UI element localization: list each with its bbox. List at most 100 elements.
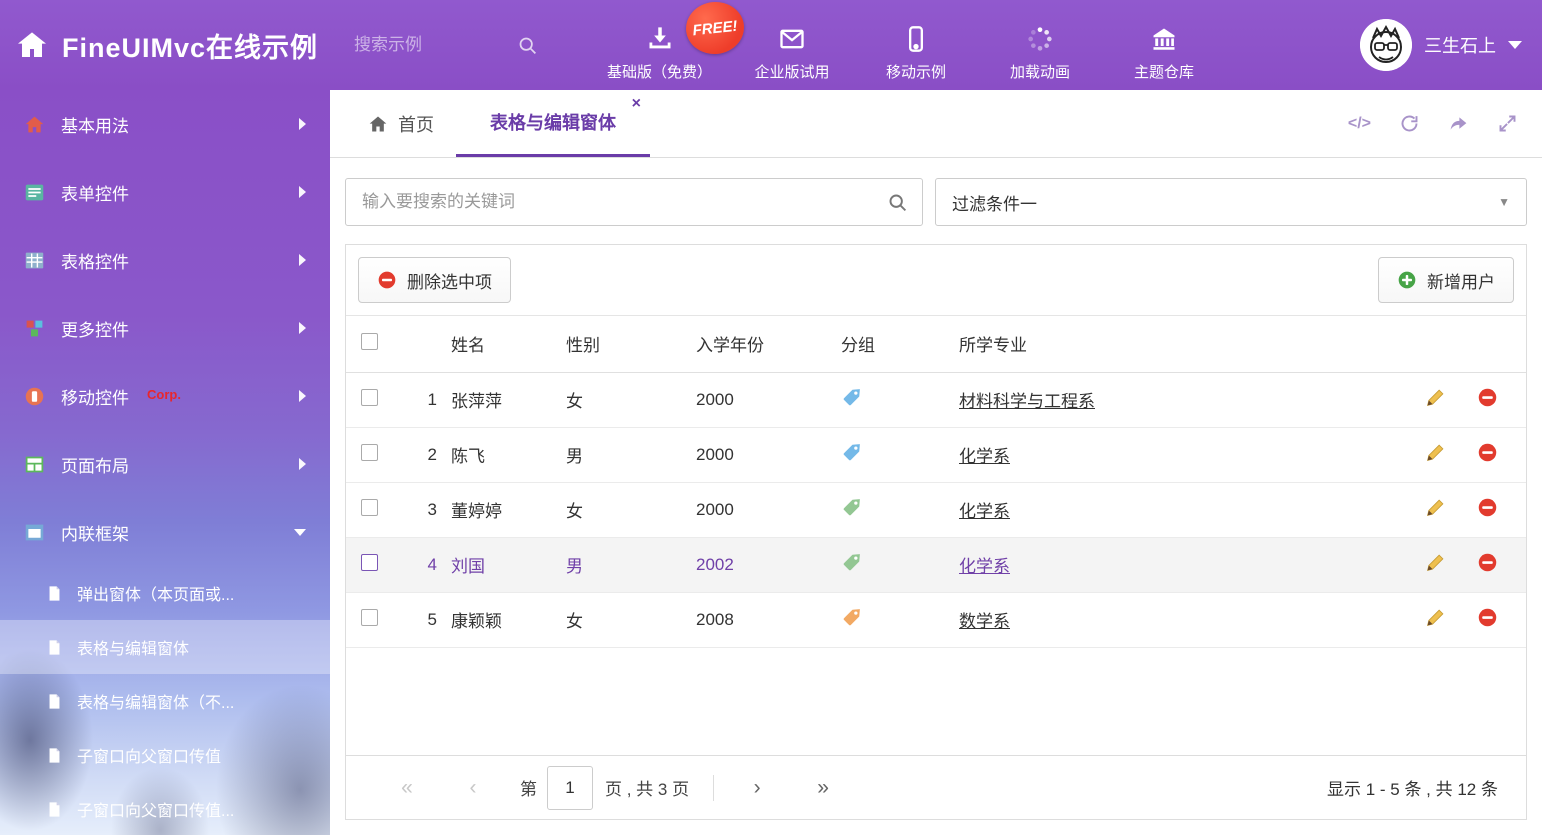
next-page-icon[interactable]: › <box>724 776 790 800</box>
sidebar-item-label: 更多控件 <box>61 316 129 341</box>
search-icon[interactable] <box>517 35 538 56</box>
fullscreen-icon[interactable] <box>1497 113 1518 134</box>
col-header-num <box>401 316 451 372</box>
row-checkbox[interactable] <box>361 389 378 406</box>
add-user-button[interactable]: 新增用户 <box>1378 257 1514 303</box>
table-row[interactable]: 4 刘国 男 2002 化学系 <box>346 537 1526 592</box>
share-icon[interactable] <box>1448 113 1469 134</box>
nav-mobile-demo[interactable]: 移动示例 <box>872 9 960 82</box>
file-icon <box>46 747 63 764</box>
delete-icon[interactable] <box>1477 442 1498 463</box>
major-link[interactable]: 化学系 <box>959 502 1010 521</box>
sidebar-subitem-label: 表格与编辑窗体（不... <box>77 689 234 713</box>
cell-gender: 女 <box>566 372 696 427</box>
sidebar-subitem-popup-window[interactable]: 弹出窗体（本页面或... <box>0 566 330 620</box>
file-icon <box>46 639 63 656</box>
chevron-right-icon <box>299 254 306 266</box>
nav-label: 移动示例 <box>886 61 946 82</box>
nav-loading-animation[interactable]: 加载动画 <box>996 9 1084 82</box>
row-number: 5 <box>401 592 451 647</box>
filter-dropdown[interactable]: 过滤条件一 ▼ <box>935 178 1527 226</box>
header-search <box>352 34 567 56</box>
divider <box>713 775 714 801</box>
refresh-icon[interactable] <box>1399 113 1420 134</box>
header-search-input[interactable] <box>352 34 517 56</box>
major-link[interactable]: 化学系 <box>959 447 1010 466</box>
chevron-right-icon <box>299 390 306 402</box>
table-row[interactable]: 3 董婷婷 女 2000 化学系 <box>346 482 1526 537</box>
edit-icon[interactable] <box>1425 607 1446 628</box>
sidebar-item-label: 内联框架 <box>61 520 129 545</box>
minus-circle-icon <box>377 270 397 290</box>
select-all-checkbox[interactable] <box>361 333 378 350</box>
delete-icon[interactable] <box>1477 497 1498 518</box>
major-link[interactable]: 数学系 <box>959 612 1010 631</box>
table-row[interactable]: 1 张萍萍 女 2000 材料科学与工程系 <box>346 372 1526 427</box>
user-menu[interactable]: 三生石上 <box>1360 19 1522 71</box>
table-row[interactable]: 2 陈飞 男 2000 化学系 <box>346 427 1526 482</box>
delete-icon[interactable] <box>1477 387 1498 408</box>
major-link[interactable]: 材料科学与工程系 <box>959 392 1095 411</box>
avatar <box>1360 19 1412 71</box>
page-label-prefix: 第 <box>520 775 537 800</box>
home-icon <box>24 114 45 135</box>
table-icon <box>24 250 45 271</box>
cell-year: 2002 <box>696 537 841 592</box>
tab-home[interactable]: 首页 <box>346 90 456 157</box>
keyword-search-input[interactable] <box>360 191 887 213</box>
sidebar-item-form-controls[interactable]: 表单控件 <box>0 158 330 226</box>
nav-theme-repo[interactable]: 主题仓库 <box>1120 9 1208 82</box>
sidebar-subitem-grid-edit-window-2[interactable]: 表格与编辑窗体（不... <box>0 674 330 728</box>
sidebar-item-more-controls[interactable]: 更多控件 <box>0 294 330 362</box>
grid-toolbar: 删除选中项 新增用户 <box>346 245 1526 316</box>
envelope-icon <box>778 23 806 53</box>
cell-year: 2008 <box>696 592 841 647</box>
tag-icon <box>841 496 863 518</box>
page-number-input[interactable] <box>547 766 593 810</box>
edit-icon[interactable] <box>1425 552 1446 573</box>
table-row[interactable]: 5 康颖颖 女 2008 数学系 <box>346 592 1526 647</box>
sidebar-item-mobile-controls[interactable]: 移动控件 Corp. <box>0 362 330 430</box>
tab-grid-edit-window[interactable]: 表格与编辑窗体 × <box>456 90 650 157</box>
major-link[interactable]: 化学系 <box>959 557 1010 576</box>
sidebar-item-basic-usage[interactable]: 基本用法 <box>0 90 330 158</box>
first-page-icon[interactable]: « <box>374 776 440 800</box>
cell-gender: 女 <box>566 592 696 647</box>
edit-icon[interactable] <box>1425 497 1446 518</box>
button-label: 新增用户 <box>1427 268 1495 293</box>
sidebar-subitem-label: 子窗口向父窗口传值 <box>77 743 221 767</box>
sidebar-subitem-label: 弹出窗体（本页面或... <box>77 581 234 605</box>
sidebar-subitem-child-to-parent[interactable]: 子窗口向父窗口传值 <box>0 728 330 782</box>
delete-selected-button[interactable]: 删除选中项 <box>358 257 511 303</box>
cell-gender: 男 <box>566 537 696 592</box>
sidebar-subitem-child-to-parent-2[interactable]: 子窗口向父窗口传值... <box>0 782 330 836</box>
sidebar-subitem-grid-edit-window[interactable]: 表格与编辑窗体 <box>0 620 330 674</box>
row-checkbox[interactable] <box>361 609 378 626</box>
close-tab-icon[interactable]: × <box>632 96 641 112</box>
row-checkbox[interactable] <box>361 444 378 461</box>
sidebar-item-label: 移动控件 <box>61 384 129 409</box>
download-icon <box>646 23 674 53</box>
delete-icon[interactable] <box>1477 607 1498 628</box>
edit-icon[interactable] <box>1425 442 1446 463</box>
sidebar-item-iframe[interactable]: 内联框架 <box>0 498 330 566</box>
sidebar-item-page-layout[interactable]: 页面布局 <box>0 430 330 498</box>
sidebar: 基本用法 表单控件 表格控件 更多控件 移动控件 Corp. 页面布局 内联框架… <box>0 90 330 835</box>
col-header-major: 所学专业 <box>959 316 1399 372</box>
row-number: 3 <box>401 482 451 537</box>
cell-year: 2000 <box>696 427 841 482</box>
last-page-icon[interactable]: » <box>790 776 856 800</box>
source-code-icon[interactable]: </> <box>1348 115 1371 133</box>
chevron-right-icon <box>299 118 306 130</box>
row-checkbox[interactable] <box>361 554 378 571</box>
prev-page-icon[interactable]: ‹ <box>440 776 506 800</box>
search-icon[interactable] <box>887 192 908 213</box>
row-checkbox[interactable] <box>361 499 378 516</box>
table-header-row: 姓名 性别 入学年份 分组 所学专业 <box>346 316 1526 372</box>
edit-icon[interactable] <box>1425 387 1446 408</box>
keyword-search-box <box>345 178 923 226</box>
nav-enterprise-trial[interactable]: 企业版试用 <box>748 9 836 82</box>
delete-icon[interactable] <box>1477 552 1498 573</box>
sidebar-item-grid-controls[interactable]: 表格控件 <box>0 226 330 294</box>
mobile-icon <box>24 386 45 407</box>
